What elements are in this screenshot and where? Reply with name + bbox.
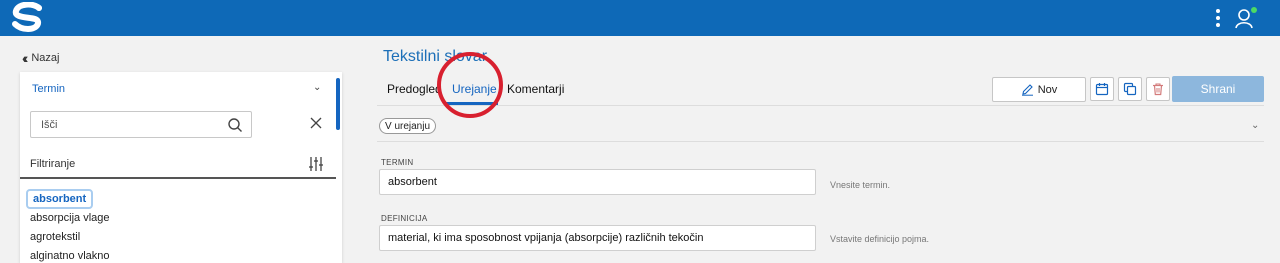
scrollbar[interactable] [336,78,340,130]
term-field-label: TERMIN [381,158,414,167]
definition-field[interactable]: material, ki ima sposobnost vpijanja (ab… [379,225,816,251]
new-button-label: Nov [1037,83,1058,96]
section-divider [377,141,1264,142]
list-item[interactable]: agrotekstil [30,231,80,243]
filter-label: Filtriranje [30,158,76,170]
pencil-icon [1021,84,1033,96]
filter-sliders-icon[interactable] [308,156,324,172]
user-icon[interactable] [1233,5,1259,31]
duplicate-button[interactable] [1118,77,1142,101]
copy-icon [1123,82,1137,96]
kebab-menu-icon[interactable] [1213,7,1223,29]
chevron-down-icon[interactable]: ⌄ [1251,120,1259,131]
list-item[interactable]: absorpcija vlage [30,212,110,224]
new-button[interactable]: Nov [992,77,1086,102]
calendar-icon [1095,83,1109,96]
definition-field-label: DEFINICIJA [381,214,428,223]
tab-komentarji[interactable]: Komentarji [507,82,564,96]
list-item[interactable]: absorbent [26,189,94,209]
back-link[interactable]: ‹‹ Nazaj [22,50,59,66]
search-icon[interactable] [227,117,243,133]
definition-field-hint: Vstavite definicijo pojma. [830,234,930,244]
list-item[interactable]: alginatno vlakno [30,250,110,262]
filter-divider [20,177,336,179]
calendar-button[interactable] [1090,77,1114,101]
tab-predogled[interactable]: Predogled [387,82,442,96]
search-input[interactable]: Išči [30,111,252,138]
search-placeholder: Išči [41,119,58,131]
highlight-circle-annotation [437,52,503,118]
back-label: Nazaj [31,52,60,64]
term-field-hint: Vnesite termin. [830,180,891,190]
top-bar [0,0,1280,36]
status-badge: V urejanju [379,118,437,134]
save-button[interactable]: Shrani [1172,76,1264,102]
double-chevron-left-icon: ‹‹ [22,50,29,66]
s-logo-icon[interactable] [8,2,48,34]
panel-header-label[interactable]: Termin [32,83,65,95]
term-field[interactable]: absorbent [379,169,816,195]
term-list-panel: Termin ⌄ Išči Filtriranje absorbent abso… [20,72,342,263]
chevron-down-icon[interactable]: ⌄ [313,82,321,93]
tabs-divider [377,105,1264,106]
delete-button[interactable] [1146,77,1170,101]
trash-icon [1153,83,1163,96]
close-icon[interactable] [310,117,322,129]
